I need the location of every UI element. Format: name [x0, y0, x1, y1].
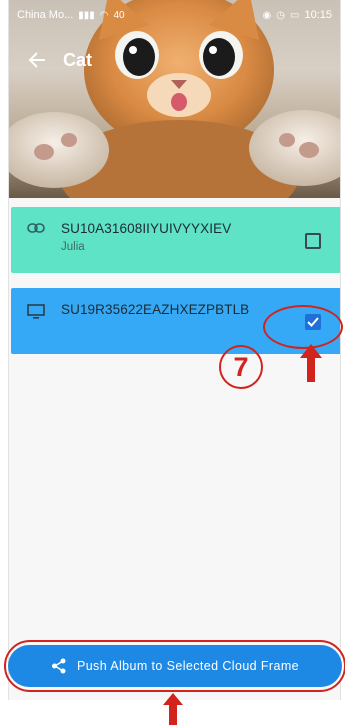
- eye-icon: ◉: [262, 9, 272, 21]
- app-bar: Cat: [9, 40, 340, 80]
- frame-serial: SU10A31608IIYUIVYYXIEV: [61, 221, 232, 236]
- alarm-icon: ◷: [276, 9, 286, 21]
- network-speed-label: 40: [113, 9, 125, 21]
- wifi-icon: ◠: [99, 9, 109, 21]
- carrier-label: China Mo...: [17, 9, 74, 21]
- battery-icon: ▭: [290, 9, 300, 21]
- clock-time: 10:15: [304, 9, 332, 21]
- highlight-oval-button: [4, 640, 345, 692]
- status-bar: China Mo... ▮▮▮ ◠ 40 ◉ ◷ ▭ 10:15: [9, 0, 340, 30]
- select-checkbox[interactable]: [305, 233, 321, 249]
- phone-screen: China Mo... ▮▮▮ ◠ 40 ◉ ◷ ▭ 10:15 Cat SU1…: [8, 0, 341, 700]
- up-arrow-icon: [163, 693, 183, 725]
- step-number-badge: 7: [219, 345, 263, 389]
- frame-serial: SU19R35622EAZHXEZPBTLB: [61, 302, 250, 317]
- frame-owner: Julia: [61, 241, 85, 253]
- monitor-icon: [11, 288, 61, 320]
- link-icon: [11, 207, 61, 233]
- highlight-oval-checkbox: [263, 305, 343, 349]
- up-arrow-icon: [300, 344, 322, 382]
- signal-icon: ▮▮▮: [78, 9, 95, 21]
- cloud-frame-item[interactable]: SU10A31608IIYUIVYYXIEV Julia: [11, 207, 340, 273]
- back-arrow-icon[interactable]: [17, 40, 57, 80]
- page-title: Cat: [63, 49, 93, 70]
